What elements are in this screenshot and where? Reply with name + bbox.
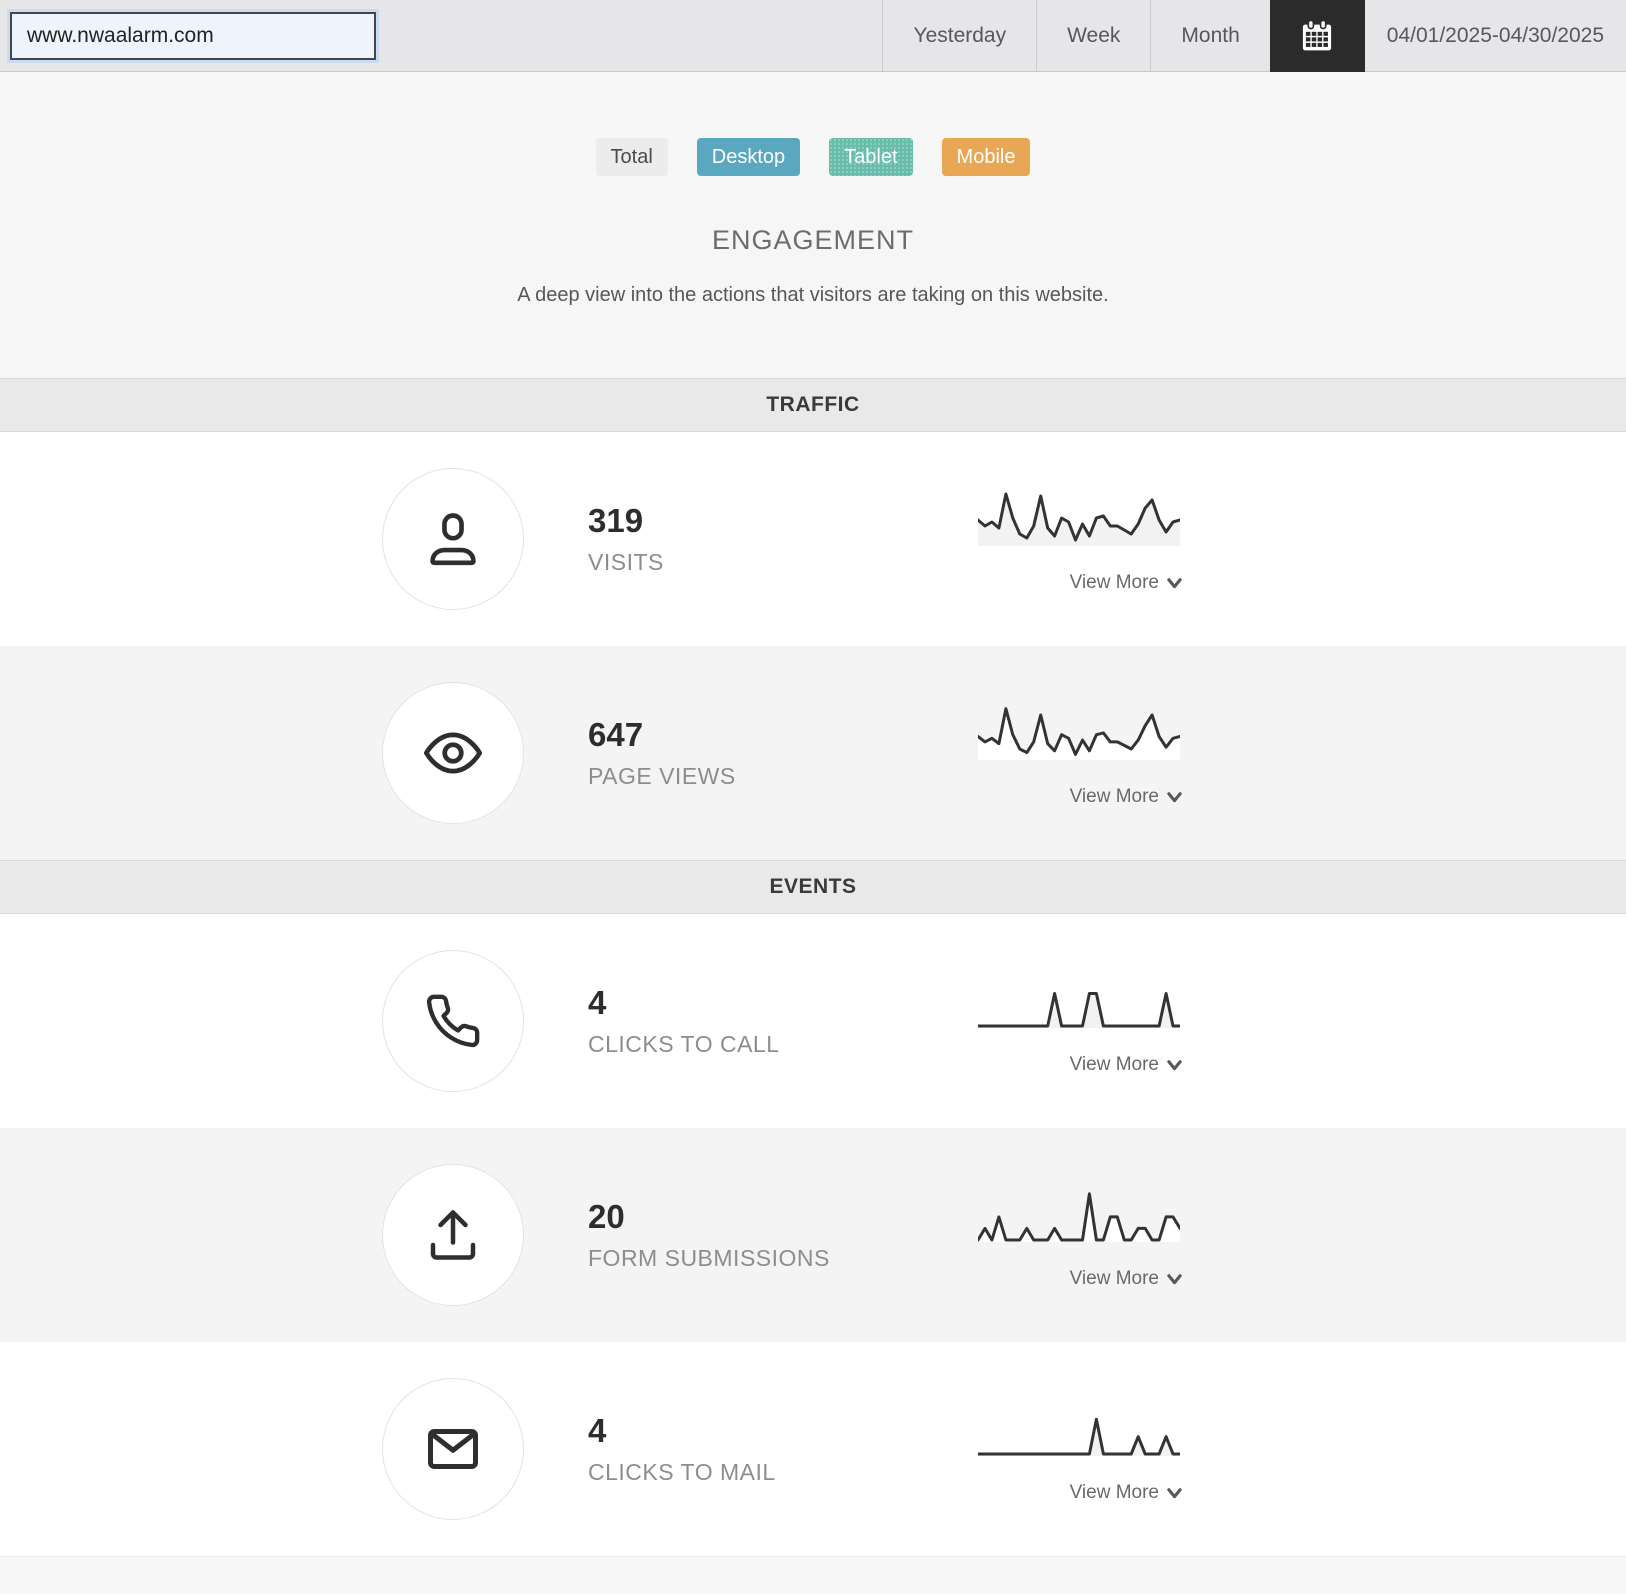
view-more-label: View More: [1069, 786, 1159, 807]
metric-row-clicks-to-mail: 4 CLICKS TO MAIL View More: [0, 1342, 1626, 1556]
footer-band: [0, 1556, 1626, 1594]
clicks-to-call-value: 4: [588, 984, 607, 1021]
form-submissions-label: FORM SUBMISSIONS: [588, 1245, 830, 1271]
tab-month[interactable]: Month: [1150, 0, 1269, 72]
visits-icon-circle: [382, 468, 524, 610]
clicks-to-call-stat: 4 CLICKS TO CALL: [588, 984, 780, 1058]
clicks-to-call-label: CLICKS TO CALL: [588, 1031, 780, 1057]
form-submissions-icon-circle: [382, 1164, 524, 1306]
page-subtitle: A deep view into the actions that visito…: [517, 284, 1109, 306]
page-views-value: 647: [588, 716, 644, 753]
chevron-down-icon: [1167, 1273, 1182, 1286]
clicks-to-mail-sparkline: [978, 1398, 1180, 1456]
metric-row-clicks-to-call: 4 CLICKS TO CALL View More: [0, 914, 1626, 1128]
phone-icon: [424, 992, 482, 1050]
view-more-label: View More: [1069, 1482, 1159, 1503]
metric-row-form-submissions: 20 FORM SUBMISSIONS View More: [0, 1128, 1626, 1342]
visits-sparkline: [978, 488, 1180, 546]
mail-icon: [423, 1419, 483, 1479]
upload-icon: [423, 1205, 483, 1265]
chevron-down-icon: [1167, 1487, 1182, 1500]
clicks-to-mail-value: 4: [588, 1412, 607, 1449]
form-submissions-stat: 20 FORM SUBMISSIONS: [588, 1198, 830, 1272]
view-more-label: View More: [1069, 1268, 1159, 1289]
form-submissions-sparkline: [978, 1184, 1180, 1242]
form-submissions-view-more[interactable]: View More: [978, 1268, 1182, 1290]
custom-range-button[interactable]: [1269, 0, 1365, 72]
device-filter-row: Total Desktop Tablet Mobile: [0, 72, 1626, 176]
chevron-down-icon: [1167, 1059, 1182, 1072]
form-submissions-value: 20: [588, 1198, 625, 1235]
filter-mobile-button[interactable]: Mobile: [941, 138, 1031, 176]
clicks-to-mail-view-more[interactable]: View More: [978, 1482, 1182, 1504]
view-more-label: View More: [1069, 1054, 1159, 1075]
clicks-to-call-sparkline: [978, 970, 1180, 1028]
filter-total-button[interactable]: Total: [595, 138, 668, 176]
engagement-intro: Total Desktop Tablet Mobile ENGAGEMENT A…: [0, 72, 1626, 378]
visits-stat: 319 VISITS: [588, 502, 664, 576]
calendar-icon: [1299, 18, 1335, 54]
chevron-down-icon: [1167, 577, 1182, 590]
clicks-to-mail-label: CLICKS TO MAIL: [588, 1459, 776, 1485]
page-views-icon-circle: [382, 682, 524, 824]
tab-week[interactable]: Week: [1036, 0, 1150, 72]
visits-view-more[interactable]: View More: [978, 572, 1182, 594]
section-header-events: EVENTS: [0, 860, 1626, 914]
section-header-traffic: TRAFFIC: [0, 378, 1626, 432]
filter-desktop-button[interactable]: Desktop: [696, 138, 801, 176]
visits-value: 319: [588, 502, 644, 539]
metric-row-page-views: 647 PAGE VIEWS View More: [0, 646, 1626, 860]
clicks-to-mail-stat: 4 CLICKS TO MAIL: [588, 1412, 776, 1486]
visits-label: VISITS: [588, 549, 664, 575]
clicks-to-call-view-more[interactable]: View More: [978, 1054, 1182, 1076]
page-views-label: PAGE VIEWS: [588, 763, 736, 789]
date-range-controls: Yesterday Week Month 04/01/2025-04/30/20…: [882, 0, 1626, 72]
user-icon: [422, 508, 484, 570]
page-title: ENGAGEMENT: [711, 225, 915, 255]
metric-row-visits: 319 VISITS View More: [0, 432, 1626, 646]
chevron-down-icon: [1167, 791, 1182, 804]
view-more-label: View More: [1069, 572, 1159, 593]
eye-icon: [421, 721, 485, 785]
website-url-input[interactable]: [10, 11, 376, 60]
page-views-sparkline: [978, 702, 1180, 760]
filter-tablet-button[interactable]: Tablet: [829, 138, 913, 176]
page-views-view-more[interactable]: View More: [978, 786, 1182, 808]
tab-yesterday[interactable]: Yesterday: [882, 0, 1036, 72]
clicks-to-call-icon-circle: [382, 950, 524, 1092]
selected-date-range: 04/01/2025-04/30/2025: [1386, 23, 1604, 47]
top-bar: Yesterday Week Month 04/01/2025-04/30/20…: [0, 0, 1626, 72]
clicks-to-mail-icon-circle: [382, 1378, 524, 1520]
page-views-stat: 647 PAGE VIEWS: [588, 716, 736, 790]
